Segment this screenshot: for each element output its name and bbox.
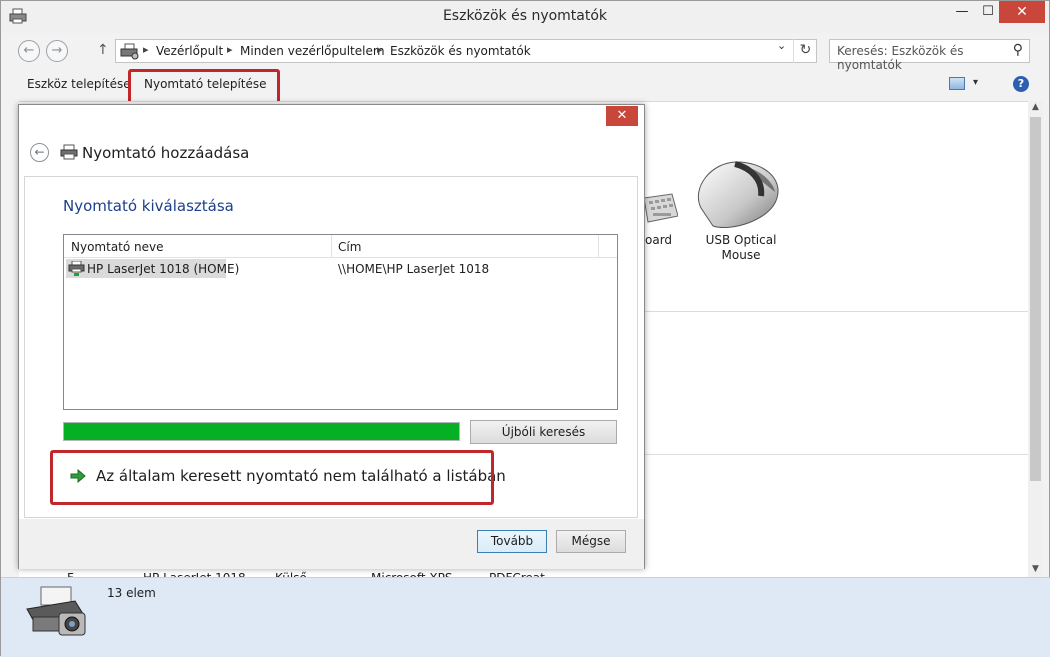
printer-camera-icon bbox=[26, 586, 86, 636]
window-title: Eszközök és nyomtatók bbox=[442, 8, 608, 24]
search-again-button[interactable]: Újbóli keresés bbox=[470, 420, 617, 444]
keyboard-label: oard bbox=[645, 233, 673, 247]
next-button[interactable]: Tovább bbox=[477, 530, 547, 553]
control-panel-icon bbox=[120, 43, 139, 60]
up-button[interactable]: ↑ bbox=[97, 42, 109, 58]
column-divider[interactable] bbox=[598, 235, 599, 258]
column-header-address[interactable]: Cím bbox=[338, 240, 361, 254]
scroll-down-icon[interactable]: ▼ bbox=[1032, 564, 1039, 574]
breadcrumb-separator: ▸ bbox=[377, 43, 383, 56]
address-bar[interactable]: ▸ Vezérlőpult ▸ Minden vezérlőpultelem ▸… bbox=[115, 39, 817, 63]
dialog-subtitle: Nyomtató kiválasztása bbox=[63, 197, 234, 215]
search-progress-fill bbox=[64, 423, 459, 440]
change-view-icon[interactable] bbox=[949, 77, 965, 90]
title-bar: Eszközök és nyomtatók — ☐ ✕ bbox=[1, 1, 1049, 33]
not-listed-highlight bbox=[50, 450, 494, 505]
network-printer-icon bbox=[68, 261, 85, 276]
add-device-button[interactable]: Eszköz telepítése bbox=[27, 77, 131, 91]
breadcrumb-all-items[interactable]: Minden vezérlőpultelem bbox=[240, 44, 385, 58]
breadcrumb-separator: ▸ bbox=[143, 43, 149, 56]
breadcrumb-separator: ▸ bbox=[227, 43, 233, 56]
item-count: 13 elem bbox=[107, 586, 156, 600]
view-dropdown-icon[interactable]: ▾ bbox=[973, 77, 978, 88]
scroll-up-icon[interactable]: ▲ bbox=[1032, 102, 1039, 112]
chevron-down-icon[interactable]: ⌄ bbox=[777, 39, 786, 52]
printer-name[interactable]: HP LaserJet 1018 (HOME) bbox=[87, 262, 239, 276]
help-icon[interactable]: ? bbox=[1013, 76, 1029, 92]
add-printer-highlight bbox=[128, 69, 280, 105]
cancel-button[interactable]: Mégse bbox=[556, 530, 626, 553]
refresh-icon[interactable]: ↻ bbox=[793, 39, 817, 63]
printer-icon bbox=[60, 144, 78, 160]
mouse-label: USB Optical Mouse bbox=[705, 233, 777, 262]
close-button[interactable]: ✕ bbox=[999, 1, 1045, 23]
column-divider[interactable] bbox=[331, 235, 332, 258]
search-input[interactable]: Keresés: Eszközök és nyomtatók ⚲ bbox=[829, 39, 1030, 72]
mouse-icon[interactable] bbox=[691, 158, 785, 232]
section-divider bbox=[641, 311, 1028, 312]
back-button[interactable]: ← bbox=[18, 40, 40, 62]
dialog-title: Nyomtató hozzáadása bbox=[82, 144, 250, 162]
dialog-footer bbox=[19, 519, 644, 569]
status-bar bbox=[1, 577, 1050, 657]
breadcrumb-control-panel[interactable]: Vezérlőpult bbox=[156, 44, 223, 58]
scrollbar-thumb[interactable] bbox=[1030, 117, 1041, 481]
forward-button[interactable]: → bbox=[46, 40, 68, 62]
keyboard-icon[interactable] bbox=[644, 192, 678, 224]
printer-address: \\HOME\HP LaserJet 1018 bbox=[338, 262, 490, 276]
dialog-back-button[interactable]: ← bbox=[30, 143, 49, 162]
section-divider bbox=[641, 454, 1028, 455]
breadcrumb-devices-printers[interactable]: Eszközök és nyomtatók bbox=[390, 44, 531, 58]
search-icon: ⚲ bbox=[1012, 42, 1023, 58]
column-header-name[interactable]: Nyomtató neve bbox=[71, 240, 164, 254]
dialog-close-button[interactable]: ✕ bbox=[606, 106, 638, 126]
